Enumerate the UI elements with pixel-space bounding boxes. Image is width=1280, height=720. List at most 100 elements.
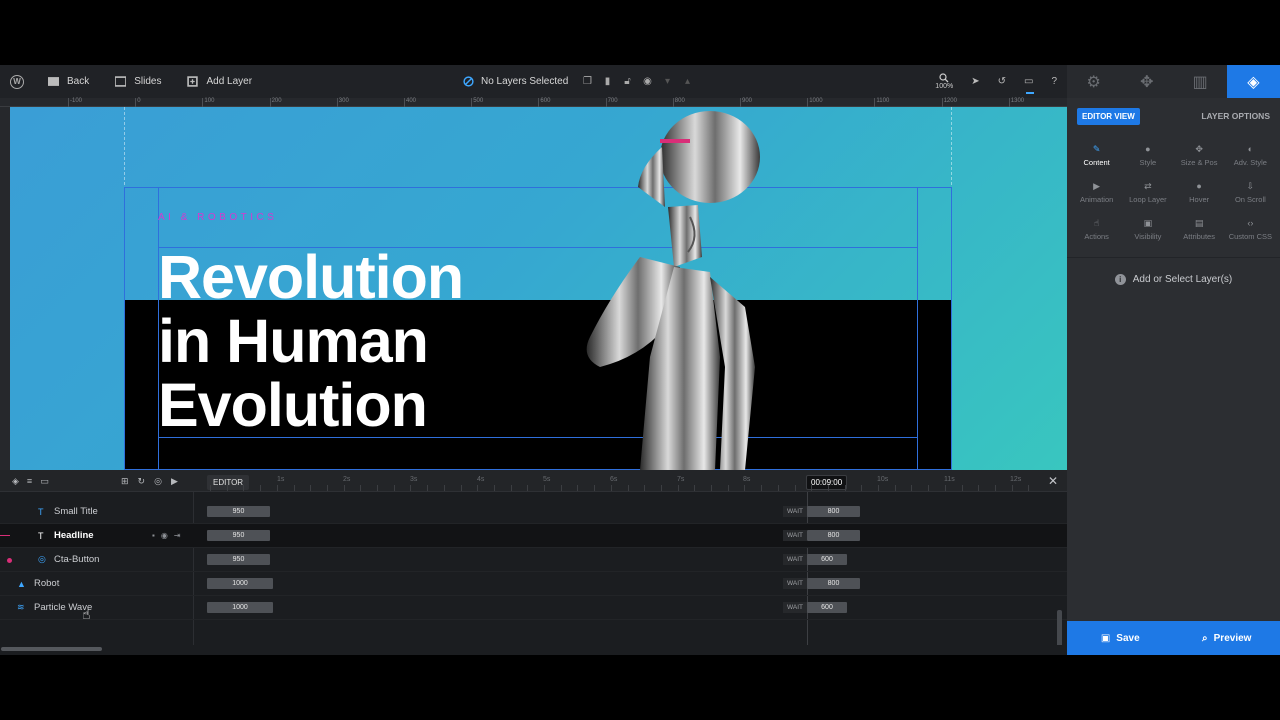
duration-bar[interactable]: 950 xyxy=(207,506,270,517)
option-on-scroll[interactable]: ⇩ On Scroll xyxy=(1225,181,1276,210)
table-row[interactable]: ◎ Cta-Button 950 WAIT 600 xyxy=(0,548,1067,572)
option-attributes[interactable]: ▤ Attributes xyxy=(1174,218,1225,247)
chevron-up-icon[interactable]: ▴ xyxy=(682,76,693,87)
ruler-tick xyxy=(740,98,741,107)
time-scale-tick xyxy=(360,485,362,491)
small-title-layer[interactable]: AI & ROBOTICS xyxy=(158,212,277,223)
close-icon[interactable]: ✕ xyxy=(1048,474,1058,488)
tab-layers[interactable]: ◈ xyxy=(1226,65,1280,98)
add-layer-button[interactable]: Add Layer xyxy=(187,76,252,87)
undo-icon[interactable]: ↺ xyxy=(998,76,1006,87)
time-scale-tick xyxy=(260,485,262,491)
ruler-tick xyxy=(202,98,204,107)
tab-settings[interactable]: ⚙ xyxy=(1067,65,1120,98)
option-actions[interactable]: ☝ Actions xyxy=(1071,218,1122,247)
slide-canvas[interactable]: AI & ROBOTICS Revolution in Human Evolut… xyxy=(10,107,1067,470)
option-style[interactable]: ● Style xyxy=(1122,144,1173,173)
time-scale-tick xyxy=(660,485,662,491)
list-icon[interactable]: ≡ xyxy=(27,476,32,487)
layers-toggle-icon[interactable]: ◈ xyxy=(12,476,19,487)
option-custom-css[interactable]: ‹› Custom CSS xyxy=(1225,218,1276,247)
time-scale-label: 6s xyxy=(610,476,618,483)
time-scale-tick xyxy=(694,485,696,491)
robot-image[interactable] xyxy=(570,107,770,470)
palette-icon: ● xyxy=(1145,144,1151,154)
wait-bar[interactable]: 800 xyxy=(807,578,860,589)
slides-label: Slides xyxy=(134,76,162,87)
row-tools: ▪ ◉ ⇥ xyxy=(152,531,181,540)
slides-button[interactable]: Slides xyxy=(115,76,161,87)
ruler-tick xyxy=(135,98,137,107)
back-button[interactable]: Back xyxy=(48,76,89,87)
editor-view-button[interactable]: EDITOR VIEW xyxy=(1077,107,1140,125)
headline-layer[interactable]: Revolution in Human Evolution xyxy=(158,245,464,437)
table-row[interactable]: ≋ Particle Wave 1000 WAIT 600 xyxy=(0,596,1067,620)
table-row[interactable]: T Headline ▪ ◉ ⇥ 950 WAIT 800 xyxy=(0,524,1067,548)
preview-button[interactable]: ⌕ Preview xyxy=(1174,621,1280,655)
tab-navigation[interactable]: ✥ xyxy=(1120,65,1173,98)
duplicate-icon[interactable]: ❐ xyxy=(582,76,593,87)
time-scale-tick xyxy=(878,485,879,491)
save-button[interactable]: ▣ Save xyxy=(1067,621,1174,655)
fit-icon[interactable]: ⊞ xyxy=(121,476,129,487)
duration-bar[interactable]: 950 xyxy=(207,530,270,541)
wait-bar[interactable]: 600 xyxy=(807,602,847,613)
row-indicator xyxy=(0,535,10,536)
arrow-right-icon[interactable]: ⇥ xyxy=(174,531,181,540)
folder-icon[interactable]: ▭ xyxy=(40,476,49,487)
wait-label: WAIT xyxy=(783,602,808,613)
target-icon[interactable]: ◎ xyxy=(154,476,162,487)
time-scale-tick xyxy=(210,485,211,491)
ruler-tick xyxy=(471,98,473,107)
time-scale-label: 3s xyxy=(410,476,418,483)
lock-icon[interactable]: ▪ xyxy=(152,531,155,540)
pencil-icon: ✎ xyxy=(1092,143,1101,154)
empty-state-label: Add or Select Layer(s) xyxy=(1132,274,1233,285)
trash-icon[interactable]: ▮ xyxy=(602,76,613,87)
eye-icon[interactable]: ◉ xyxy=(642,76,653,87)
table-row[interactable]: ▲ Robot 1000 WAIT 800 xyxy=(0,572,1067,596)
zoom-control[interactable]: 100% xyxy=(935,72,953,91)
save-icon: ▣ xyxy=(1100,632,1111,644)
refresh-icon[interactable]: ↻ xyxy=(138,476,146,487)
time-scale-tick xyxy=(894,485,896,491)
wordpress-logo-icon[interactable]: W xyxy=(10,74,24,89)
option-animation[interactable]: ▶ Animation xyxy=(1071,181,1122,210)
option-content[interactable]: ✎ Content xyxy=(1071,144,1122,173)
duration-bar[interactable]: 1000 xyxy=(207,578,273,589)
help-icon[interactable]: ? xyxy=(1051,76,1057,87)
panel-footer: ▣ Save ⌕ Preview xyxy=(1067,621,1280,655)
search-icon: ⌕ xyxy=(1202,632,1208,644)
option-hover[interactable]: ● Hover xyxy=(1174,181,1225,210)
time-scale-tick xyxy=(343,485,345,491)
horizontal-scrollbar[interactable] xyxy=(0,645,1067,655)
wait-bar[interactable]: 800 xyxy=(807,530,860,541)
wait-bar[interactable]: 800 xyxy=(807,506,860,517)
timeline-header: ◈ ≡ ▭ ⊞ ↻ ◎ ▶ EDITOR 00:09:00 ✕ 1s 2s 3s 4s… xyxy=(0,470,1067,492)
time-scale-tick xyxy=(911,485,913,491)
play-icon[interactable]: ▶ xyxy=(171,476,178,487)
time-scale-tick xyxy=(477,485,479,491)
time-scale-tick xyxy=(310,485,312,491)
desktop-device-icon[interactable]: ▭ xyxy=(1024,76,1035,94)
ruler-tick xyxy=(336,98,338,107)
option-loop-layer[interactable]: ⇄ Loop Layer xyxy=(1122,181,1173,210)
table-row[interactable]: T Small Title 950 WAIT 800 xyxy=(0,500,1067,524)
option-adv-style[interactable]: ◐ Adv. Style xyxy=(1225,144,1276,173)
tab-slides[interactable]: ▥ xyxy=(1174,65,1227,98)
duration-bar[interactable]: 950 xyxy=(207,554,270,565)
scrollbar-thumb[interactable] xyxy=(1,647,102,651)
eye-icon[interactable]: ◉ xyxy=(161,531,168,540)
chevron-down-icon[interactable]: ▾ xyxy=(662,76,673,87)
code-icon: ‹› xyxy=(1247,218,1254,228)
time-scale-tick xyxy=(544,485,545,491)
option-size-pos[interactable]: ✥ Size & Pos xyxy=(1174,144,1225,173)
wait-bar[interactable]: 600 xyxy=(807,554,847,565)
option-visibility[interactable]: ▣ Visibility xyxy=(1122,218,1173,247)
lock-icon[interactable]: 🔓︎ xyxy=(622,76,633,87)
time-scale-tick xyxy=(610,485,612,491)
pointer-icon[interactable]: ➤ xyxy=(971,76,979,87)
wave-icon: ≋ xyxy=(17,602,25,612)
duration-bar[interactable]: 1000 xyxy=(207,602,273,613)
time-scale-tick xyxy=(1011,485,1013,491)
